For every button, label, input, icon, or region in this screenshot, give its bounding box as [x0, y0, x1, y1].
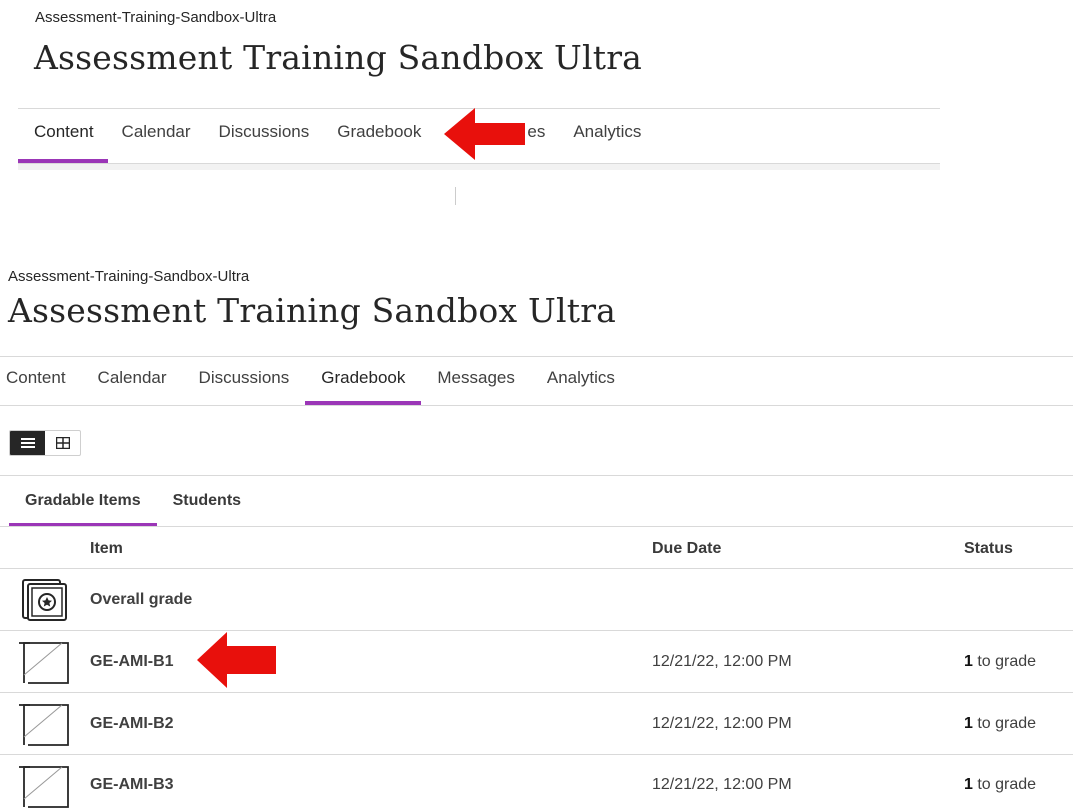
course-id-label-2: Assessment-Training-Sandbox-Ultra	[8, 268, 250, 285]
top-nav-shadow	[18, 164, 940, 170]
status-text: to grade	[972, 653, 1037, 670]
overall-grade-icon	[22, 579, 67, 621]
tab-students[interactable]: Students	[157, 480, 257, 527]
view-toggle	[9, 430, 81, 456]
subtabs-divider	[0, 526, 1073, 527]
status-count: 1	[964, 776, 973, 793]
assignment-icon	[19, 642, 69, 684]
toggle-divider	[0, 475, 1073, 476]
arrow-pointing-gradebook-tab	[444, 108, 525, 160]
text-cursor-divider	[455, 187, 456, 205]
row-status[interactable]: 1 to grade	[964, 776, 1036, 794]
column-header-due-date[interactable]: Due Date	[652, 540, 721, 558]
top-course-nav: Content Calendar Discussions Gradebook e…	[18, 108, 655, 163]
tab-discussions-2[interactable]: Discussions	[183, 356, 306, 405]
tab-content-2[interactable]: Content	[0, 356, 82, 405]
course-id-label: Assessment-Training-Sandbox-Ultra	[35, 9, 277, 26]
grid-view-icon	[55, 437, 70, 449]
bottom-course-nav: Content Calendar Discussions Gradebook M…	[0, 356, 631, 405]
course-title-2: Assessment Training Sandbox Ultra	[8, 291, 617, 330]
row-name-ge-ami-b1[interactable]: GE-AMI-B1	[90, 653, 174, 671]
column-header-item[interactable]: Item	[90, 540, 123, 558]
row-status[interactable]: 1 to grade	[964, 653, 1036, 671]
arrow-pointing-ge-ami-b1	[197, 632, 276, 688]
row-due-date: 12/21/22, 12:00 PM	[652, 653, 792, 670]
tab-gradable-items[interactable]: Gradable Items	[9, 480, 157, 527]
tab-discussions[interactable]: Discussions	[205, 108, 324, 163]
row-name-ge-ami-b3[interactable]: GE-AMI-B3	[90, 776, 174, 794]
status-count: 1	[964, 653, 973, 670]
tab-messages-2[interactable]: Messages	[421, 356, 530, 405]
tab-gradebook-2[interactable]: Gradebook	[305, 356, 422, 405]
grid-view-button[interactable]	[45, 431, 80, 455]
status-text: to grade	[972, 776, 1037, 793]
status-count: 1	[964, 715, 973, 732]
row-name-overall-grade[interactable]: Overall grade	[90, 591, 192, 609]
tab-calendar[interactable]: Calendar	[108, 108, 205, 163]
tab-analytics[interactable]: Analytics	[559, 108, 655, 163]
list-view-button[interactable]	[10, 431, 45, 455]
bottom-nav-bottom-divider	[0, 405, 1073, 406]
row-due-date: 12/21/22, 12:00 PM	[652, 776, 792, 793]
column-header-status[interactable]: Status	[964, 540, 1013, 558]
tab-calendar-2[interactable]: Calendar	[82, 356, 183, 405]
course-title: Assessment Training Sandbox Ultra	[34, 38, 643, 77]
list-view-icon	[20, 438, 35, 448]
gradebook-subtabs: Gradable Items Students	[9, 480, 257, 527]
row-name-ge-ami-b2[interactable]: GE-AMI-B2	[90, 715, 174, 733]
tab-content[interactable]: Content	[18, 108, 108, 163]
assignment-icon	[19, 766, 69, 808]
tab-gradebook[interactable]: Gradebook	[323, 108, 435, 163]
row-status[interactable]: 1 to grade	[964, 715, 1036, 733]
row-due-date: 12/21/22, 12:00 PM	[652, 715, 792, 732]
status-text: to grade	[972, 715, 1037, 732]
tab-analytics-2[interactable]: Analytics	[531, 356, 631, 405]
assignment-icon	[19, 704, 69, 746]
